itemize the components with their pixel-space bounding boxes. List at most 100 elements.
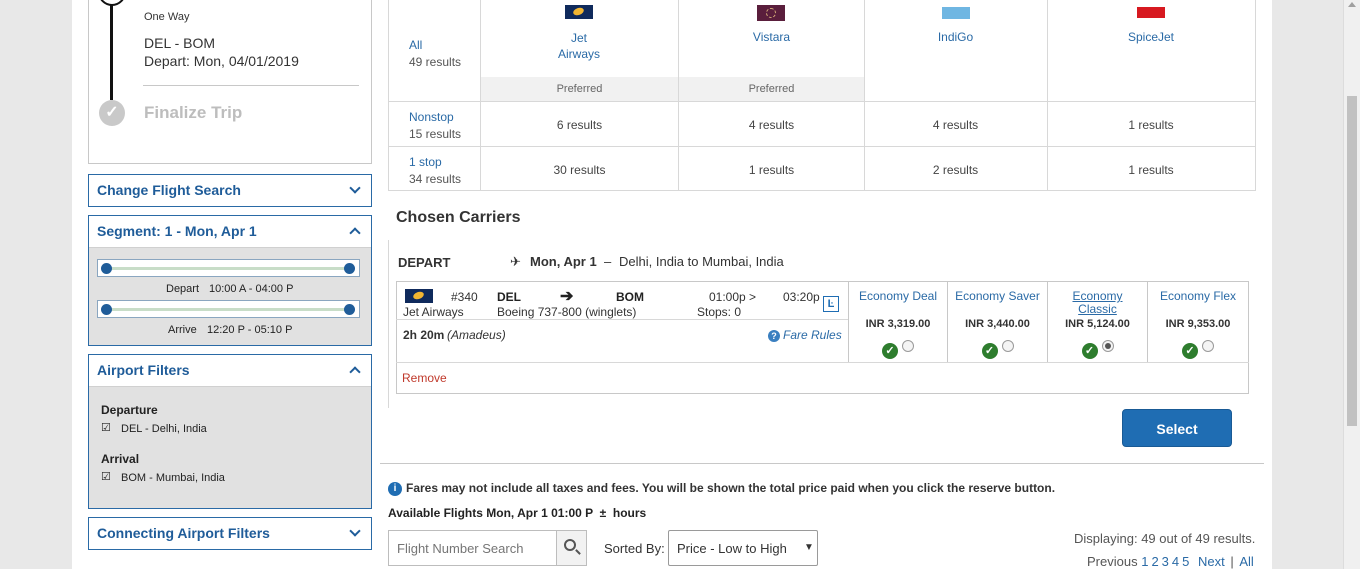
connecting-airport-filters-title[interactable]: Connecting Airport Filters	[97, 525, 270, 541]
carrier-indigo-link[interactable]: IndiGo	[864, 30, 1047, 44]
section-divider	[380, 463, 1264, 464]
trip-route: DEL - BOM	[144, 35, 216, 51]
change-flight-search-panel[interactable]: Change Flight Search	[88, 174, 372, 207]
sort-select[interactable]: Price - Low to High ▼	[668, 530, 818, 566]
flight-source: (Amadeus)	[447, 328, 506, 342]
slider-handle-max[interactable]	[344, 263, 355, 274]
departure-checkbox[interactable]: ☑	[101, 421, 111, 434]
fare-select-group[interactable]: ✓	[849, 340, 947, 359]
matrix-cell[interactable]: 4 results	[679, 118, 864, 132]
page-link[interactable]: 2	[1151, 554, 1158, 569]
matrix-cell[interactable]: 6 results	[481, 118, 678, 132]
fares-notice: Fares may not include all taxes and fees…	[406, 481, 1056, 495]
nonstop-link[interactable]: Nonstop	[409, 110, 454, 124]
row-divider	[389, 146, 1255, 147]
all-results-link[interactable]: All	[409, 38, 422, 52]
fare-radio-selected[interactable]	[1101, 340, 1114, 352]
column-divider	[1047, 0, 1048, 190]
segment-body: Depart 10:00 A - 04:00 P Arrive 12:20 P …	[89, 247, 371, 345]
page-link[interactable]: 1	[1141, 554, 1148, 569]
arrive-label: Arrive	[168, 324, 197, 336]
fare-rules-link[interactable]: Fare Rules	[783, 328, 842, 342]
indigo-logo	[942, 7, 970, 19]
matrix-cell[interactable]: 30 results	[481, 163, 678, 177]
fare-economy-classic-name[interactable]: Economy Classic	[1048, 290, 1147, 316]
arrival-checkbox[interactable]: ☑	[101, 470, 111, 483]
fare-economy-deal-name[interactable]: Economy Deal	[849, 289, 947, 303]
help-icon[interactable]: ?	[768, 330, 780, 342]
preferred-badge: Preferred	[481, 77, 678, 101]
search-button[interactable]	[556, 531, 586, 565]
matrix-cell[interactable]: 1 results	[1047, 118, 1255, 132]
timeline-line	[110, 0, 113, 100]
matrix-cell[interactable]: 4 results	[864, 118, 1047, 132]
segment-title[interactable]: Segment: 1 - Mon, Apr 1	[97, 223, 257, 239]
fare-price: INR 9,353.00	[1165, 318, 1231, 330]
page-link[interactable]: 4	[1172, 554, 1179, 569]
depart-route: Delhi, India to Mumbai, India	[619, 254, 784, 269]
chevron-down-icon[interactable]	[349, 182, 361, 194]
page-link[interactable]: 5	[1182, 554, 1189, 569]
arrival-heading: Arrival	[101, 452, 140, 466]
scrollbar-thumb[interactable]	[1347, 96, 1357, 426]
displaying-count: Displaying: 49 out of 49 results.	[1074, 531, 1256, 546]
carrier-jet-airways-link[interactable]: Jet Airways	[479, 30, 679, 62]
fare-select-group[interactable]: ✓	[948, 340, 1047, 359]
segment-panel: Segment: 1 - Mon, Apr 1 Depart 10:00 A -…	[88, 215, 372, 346]
check-icon: ✓	[981, 343, 998, 359]
matrix-cell[interactable]: 2 results	[864, 163, 1047, 177]
pagination-all[interactable]: All	[1239, 554, 1253, 569]
fare-economy-saver-name[interactable]: Economy Saver	[948, 289, 1047, 303]
depart-time-slider[interactable]	[97, 259, 360, 277]
plane-icon: ✈	[510, 254, 521, 269]
pagination-next[interactable]: Next	[1198, 554, 1225, 569]
page-link[interactable]: 3	[1162, 554, 1169, 569]
airport-filters-title[interactable]: Airport Filters	[97, 362, 190, 378]
flight-destination: BOM	[616, 290, 644, 304]
dash-separator: –	[604, 254, 612, 269]
sorted-by-label: Sorted By:	[604, 541, 665, 556]
flight-stops: Stops: 0	[697, 305, 742, 319]
flight-aircraft: Boeing 737-800 (winglets)	[497, 305, 637, 319]
scroll-up-arrow-icon[interactable]	[1348, 2, 1356, 7]
slider-handle-min[interactable]	[101, 263, 112, 274]
fare-economy-flex-name[interactable]: Economy Flex	[1148, 289, 1248, 303]
fare-radio[interactable]	[902, 340, 914, 352]
change-flight-search-title[interactable]: Change Flight Search	[97, 182, 241, 198]
fare-select-group[interactable]: ✓	[1048, 340, 1147, 359]
slider-handle-min[interactable]	[101, 304, 112, 315]
jet-airways-logo	[405, 289, 433, 303]
carrier-vistara-link[interactable]: Vistara	[679, 30, 864, 44]
chosen-carriers-heading: Chosen Carriers	[396, 209, 521, 226]
chevron-up-icon[interactable]	[349, 227, 361, 239]
trip-type: One Way	[144, 11, 190, 23]
matrix-cell[interactable]: 1 results	[679, 163, 864, 177]
flight-departure-time: 01:00p >	[709, 290, 757, 304]
flight-number-search-input[interactable]	[389, 531, 556, 565]
fare-radio[interactable]	[1202, 340, 1214, 352]
connecting-airport-filters-panel[interactable]: Connecting Airport Filters	[88, 517, 372, 550]
carrier-spicejet-link[interactable]: SpiceJet	[1047, 30, 1255, 44]
check-icon: ✓	[99, 100, 125, 126]
jet-airways-logo	[565, 5, 593, 19]
fare-select-group[interactable]: ✓	[1148, 340, 1248, 359]
arrive-time-slider[interactable]	[97, 300, 360, 318]
remove-link[interactable]: Remove	[402, 371, 447, 385]
vertical-scrollbar[interactable]	[1343, 0, 1360, 569]
pagination: Previous 12345 Next | All	[1087, 554, 1254, 569]
airport-filters-panel: Airport Filters Departure ☑ DEL - Delhi,…	[88, 354, 372, 509]
chevron-up-icon[interactable]	[349, 366, 361, 378]
arrive-range: 12:20 P - 05:10 P	[207, 324, 293, 336]
chevron-down-icon[interactable]	[349, 525, 361, 537]
seat-icon[interactable]: Ŀ	[823, 296, 839, 312]
slider-handle-max[interactable]	[344, 304, 355, 315]
depart-range: 10:00 A - 04:00 P	[209, 283, 294, 295]
flight-number-search-box	[388, 530, 587, 566]
depart-date: Mon, Apr 1	[530, 254, 597, 269]
departure-heading: Departure	[101, 403, 158, 417]
one-stop-link[interactable]: 1 stop	[409, 155, 442, 169]
fare-radio[interactable]	[1001, 340, 1014, 352]
select-button[interactable]: Select	[1122, 409, 1232, 447]
matrix-cell[interactable]: 1 results	[1047, 163, 1255, 177]
search-icon-handle	[575, 549, 581, 555]
